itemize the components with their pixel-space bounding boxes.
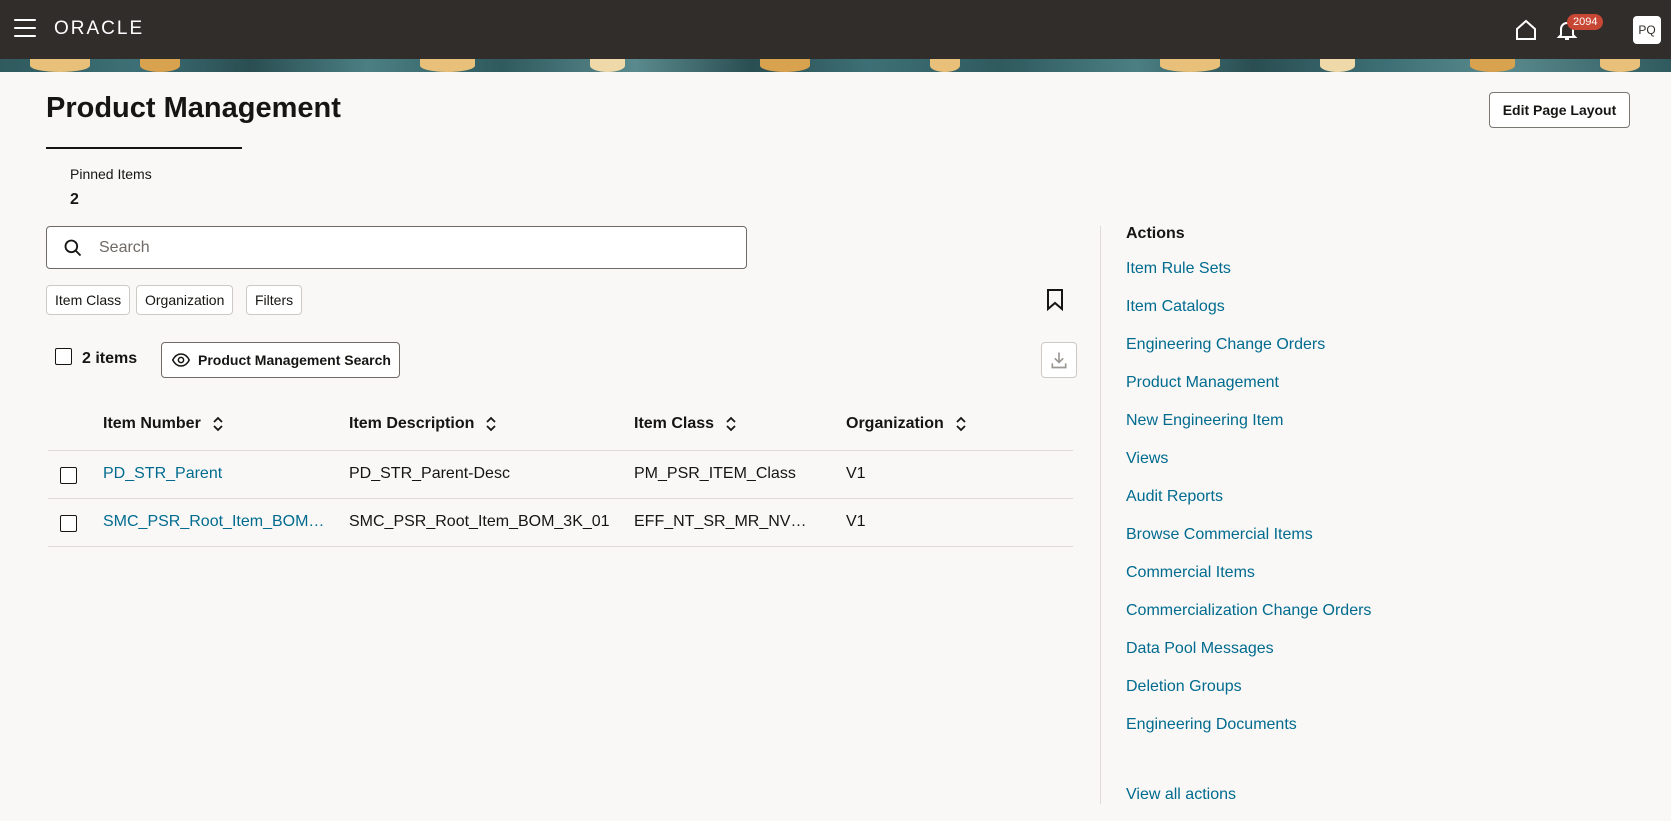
item-class-cell: EFF_NT_SR_MR_NV_… bbox=[634, 513, 814, 530]
actions-heading: Actions bbox=[1126, 225, 1185, 242]
title-underline bbox=[46, 147, 242, 149]
item-class-filter-chip[interactable]: Item Class bbox=[46, 285, 131, 315]
action-commercial-items[interactable]: Commercial Items bbox=[1126, 564, 1255, 582]
search-icon bbox=[64, 239, 82, 257]
sort-icon[interactable] bbox=[724, 415, 738, 433]
decorative-banner bbox=[0, 59, 1671, 72]
row-checkbox[interactable] bbox=[60, 515, 77, 532]
eye-icon bbox=[172, 353, 190, 367]
page-title: Product Management bbox=[46, 92, 341, 124]
view-all-actions-link[interactable]: View all actions bbox=[1126, 786, 1236, 804]
notification-count-badge: 2094 bbox=[1567, 14, 1604, 30]
search-input[interactable] bbox=[99, 227, 739, 268]
search-box[interactable] bbox=[46, 226, 747, 269]
sort-icon[interactable] bbox=[954, 415, 968, 433]
sort-icon[interactable] bbox=[211, 415, 225, 433]
action-deletion-groups[interactable]: Deletion Groups bbox=[1126, 678, 1242, 696]
organization-cell: V1 bbox=[846, 465, 866, 482]
download-icon bbox=[1051, 352, 1067, 369]
item-number-link[interactable]: SMC_PSR_Root_Item_BOM… bbox=[103, 513, 328, 531]
saved-search-label: Product Management Search bbox=[198, 352, 391, 368]
panel-divider bbox=[1100, 226, 1101, 804]
action-item-catalogs[interactable]: Item Catalogs bbox=[1126, 298, 1225, 316]
organization-filter-chip[interactable]: Organization bbox=[136, 285, 234, 315]
oracle-logo[interactable]: ORACLE bbox=[54, 18, 144, 40]
items-count: 2 items bbox=[82, 350, 138, 367]
action-product-management[interactable]: Product Management bbox=[1126, 374, 1279, 392]
column-header-item-class[interactable]: Item Class bbox=[634, 415, 738, 433]
action-data-pool-messages[interactable]: Data Pool Messages bbox=[1126, 640, 1274, 658]
action-audit-reports[interactable]: Audit Reports bbox=[1126, 488, 1223, 506]
saved-search-button[interactable]: Product Management Search bbox=[161, 342, 400, 378]
column-header-item-description[interactable]: Item Description bbox=[349, 415, 498, 433]
table-row[interactable]: PD_STR_Parent PD_STR_Parent-Desc PM_PSR_… bbox=[48, 451, 1073, 499]
home-icon[interactable] bbox=[1514, 18, 1538, 42]
item-description-cell: SMC_PSR_Root_Item_BOM_3K_01 bbox=[349, 513, 610, 530]
download-button[interactable] bbox=[1041, 342, 1077, 378]
pinned-items-count[interactable]: 2 bbox=[70, 191, 79, 209]
table-row[interactable]: SMC_PSR_Root_Item_BOM… SMC_PSR_Root_Item… bbox=[48, 499, 1073, 547]
action-commercialization-change-orders[interactable]: Commercialization Change Orders bbox=[1126, 602, 1371, 620]
item-description-cell: PD_STR_Parent-Desc bbox=[349, 465, 510, 482]
filters-chip[interactable]: Filters bbox=[246, 285, 303, 315]
action-views[interactable]: Views bbox=[1126, 450, 1168, 468]
action-browse-commercial-items[interactable]: Browse Commercial Items bbox=[1126, 526, 1313, 544]
edit-page-layout-button[interactable]: Edit Page Layout bbox=[1489, 92, 1630, 128]
select-all-checkbox[interactable] bbox=[55, 348, 72, 365]
bookmark-icon[interactable] bbox=[1045, 289, 1065, 311]
user-avatar[interactable]: PQ bbox=[1633, 16, 1661, 44]
row-divider bbox=[48, 546, 1073, 547]
navigator-menu-icon[interactable] bbox=[14, 19, 36, 39]
sort-icon[interactable] bbox=[484, 415, 498, 433]
action-engineering-documents[interactable]: Engineering Documents bbox=[1126, 716, 1297, 734]
column-header-organization[interactable]: Organization bbox=[846, 415, 968, 433]
pinned-items-label[interactable]: Pinned Items bbox=[70, 166, 152, 182]
item-class-cell: PM_PSR_ITEM_Class bbox=[634, 465, 796, 482]
action-new-engineering-item[interactable]: New Engineering Item bbox=[1126, 412, 1283, 430]
row-checkbox[interactable] bbox=[60, 467, 77, 484]
action-engineering-change-orders[interactable]: Engineering Change Orders bbox=[1126, 336, 1325, 354]
organization-cell: V1 bbox=[846, 513, 866, 530]
global-header: ORACLE 2094 PQ bbox=[0, 0, 1671, 59]
column-header-item-number[interactable]: Item Number bbox=[103, 415, 225, 433]
item-number-link[interactable]: PD_STR_Parent bbox=[103, 465, 318, 483]
action-item-rule-sets[interactable]: Item Rule Sets bbox=[1126, 260, 1231, 278]
